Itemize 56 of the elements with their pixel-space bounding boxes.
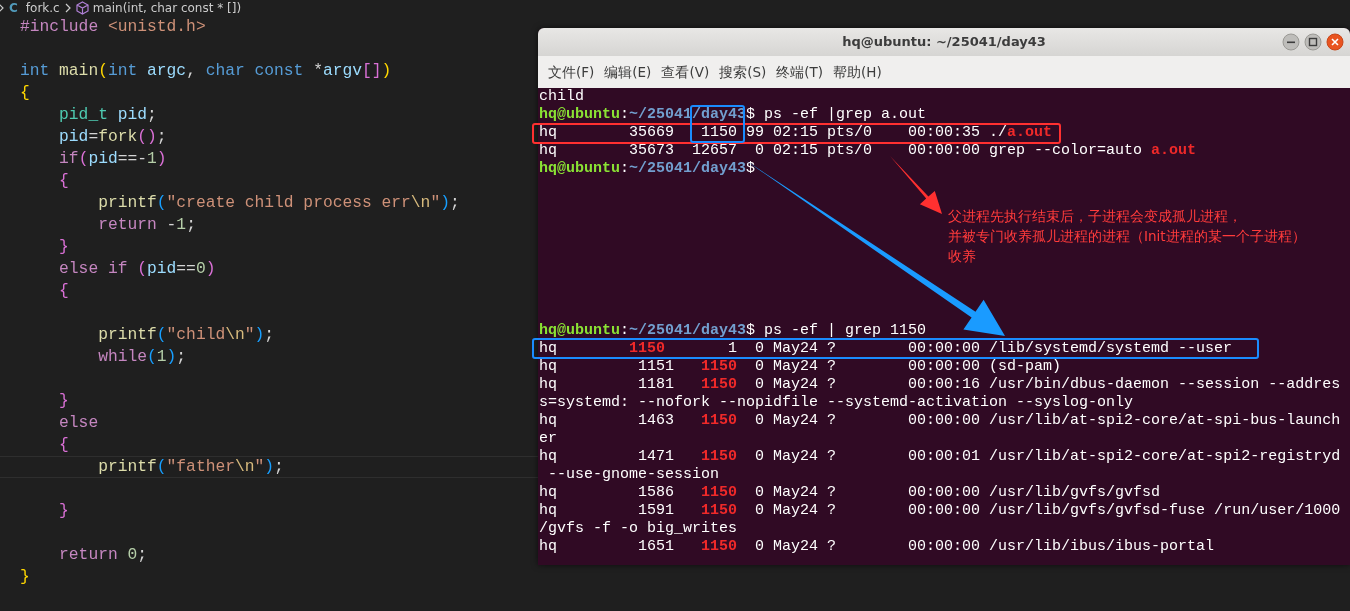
terminal-line: hq 1150 1 0 May24 ? 00:00:00 /lib/systemd/systemd --user <box>539 340 1234 358</box>
file-type-icon: C <box>9 0 18 16</box>
minimize-icon[interactable] <box>1282 33 1300 51</box>
code-line: { <box>58 170 70 192</box>
annotation-text: 父进程先执行结束后，子进程会变成孤儿进程， <box>948 207 1242 226</box>
code-line: { <box>58 434 70 456</box>
terminal-line: hq 1471 1150 0 May24 ? 00:00:01 /usr/lib/at-spi2-core/at-spi2-registryd <box>539 448 1342 466</box>
code-line: return -1; <box>97 214 197 236</box>
code-line: printf("create child process err\n"); <box>97 192 461 214</box>
cube-icon <box>75 1 89 15</box>
code-line: } <box>58 390 70 412</box>
code-line: return 0; <box>58 544 149 566</box>
menu-item[interactable]: 查看(V) <box>657 56 714 88</box>
code-line: if(pid==-1) <box>58 148 168 170</box>
terminal-line: hq 1591 1150 0 May24 ? 00:00:00 /usr/lib/gvfs/gvfsd-fuse /run/user/1000 <box>539 502 1342 520</box>
code-line: int main(int argc, char const *argv[]) <box>19 60 393 82</box>
code-line: } <box>58 500 70 522</box>
code-line: pid=fork(); <box>58 126 168 148</box>
code-line: } <box>19 566 31 588</box>
breadcrumb-item[interactable]: fork.c <box>25 0 60 16</box>
terminal-line: hq 1651 1150 0 May24 ? 00:00:00 /usr/lib/ibus/ibus-portal <box>539 538 1216 556</box>
menu-item[interactable]: 帮助(H) <box>829 56 886 88</box>
terminal-line: /gvfs -f -o big_writes <box>539 520 739 538</box>
breadcrumb-item[interactable]: main(int, char const * []) <box>92 0 242 16</box>
menu-item[interactable]: 终端(T) <box>772 56 828 88</box>
menu-item[interactable]: 编辑(E) <box>600 56 656 88</box>
menu-item[interactable]: 搜索(S) <box>715 56 771 88</box>
terminal-line: child <box>539 88 585 106</box>
code-line: else <box>58 412 100 434</box>
code-line: while(1); <box>97 346 188 368</box>
code-line: printf("child\n"); <box>97 324 276 346</box>
terminal-line: hq 1586 1150 0 May24 ? 00:00:00 /usr/lib/gvfs/gvfsd <box>539 484 1162 502</box>
terminal-line: hq@ubuntu:~/25041/day43$ ps -ef | grep 1150 <box>539 322 928 340</box>
terminal-line: hq 1181 1150 0 May24 ? 00:00:16 /usr/bin/dbus-daemon --session --addres <box>539 376 1342 394</box>
code-line: } <box>58 236 70 258</box>
maximize-icon[interactable] <box>1304 33 1322 51</box>
close-icon[interactable] <box>1326 33 1344 51</box>
annotation-text: 收养 <box>948 247 976 266</box>
terminal-line: hq 35669 1150 99 02:15 pts/0 00:00:35 ./a.out <box>539 124 1054 142</box>
terminal-line: er <box>539 430 558 448</box>
code-line: pid_t pid; <box>58 104 158 126</box>
code-line: else if (pid==0) <box>58 258 217 280</box>
code-line: #include <unistd.h> <box>19 16 207 38</box>
code-line: { <box>58 280 70 302</box>
terminal-line: --use-gnome-session <box>547 466 721 484</box>
menu-item[interactable]: 文件(F) <box>544 56 599 88</box>
code-line: { <box>19 82 31 104</box>
terminal-line: hq 35673 12657 0 02:15 pts/0 00:00:00 grep --color=auto a.out <box>539 142 1198 160</box>
terminal-line: hq@ubuntu:~/25041/day43$ <box>539 160 757 178</box>
code-line: printf("father\n"); <box>0 456 538 478</box>
annotation-text: 并被专门收养孤儿进程的进程（Init进程的某一个子进程） <box>948 227 1306 246</box>
terminal-line: hq 1151 1150 0 May24 ? 00:00:00 (sd-pam) <box>539 358 1063 376</box>
terminal-line: s=systemd: --nofork --nopidfile --systemd-activation --syslog-only <box>539 394 1135 412</box>
window-title: hq@ubuntu: ~/25041/day43 <box>842 33 1046 51</box>
terminal-line: hq 1463 1150 0 May24 ? 00:00:00 /usr/lib/at-spi2-core/at-spi-bus-launch <box>539 412 1342 430</box>
chevron-icon <box>63 3 72 13</box>
